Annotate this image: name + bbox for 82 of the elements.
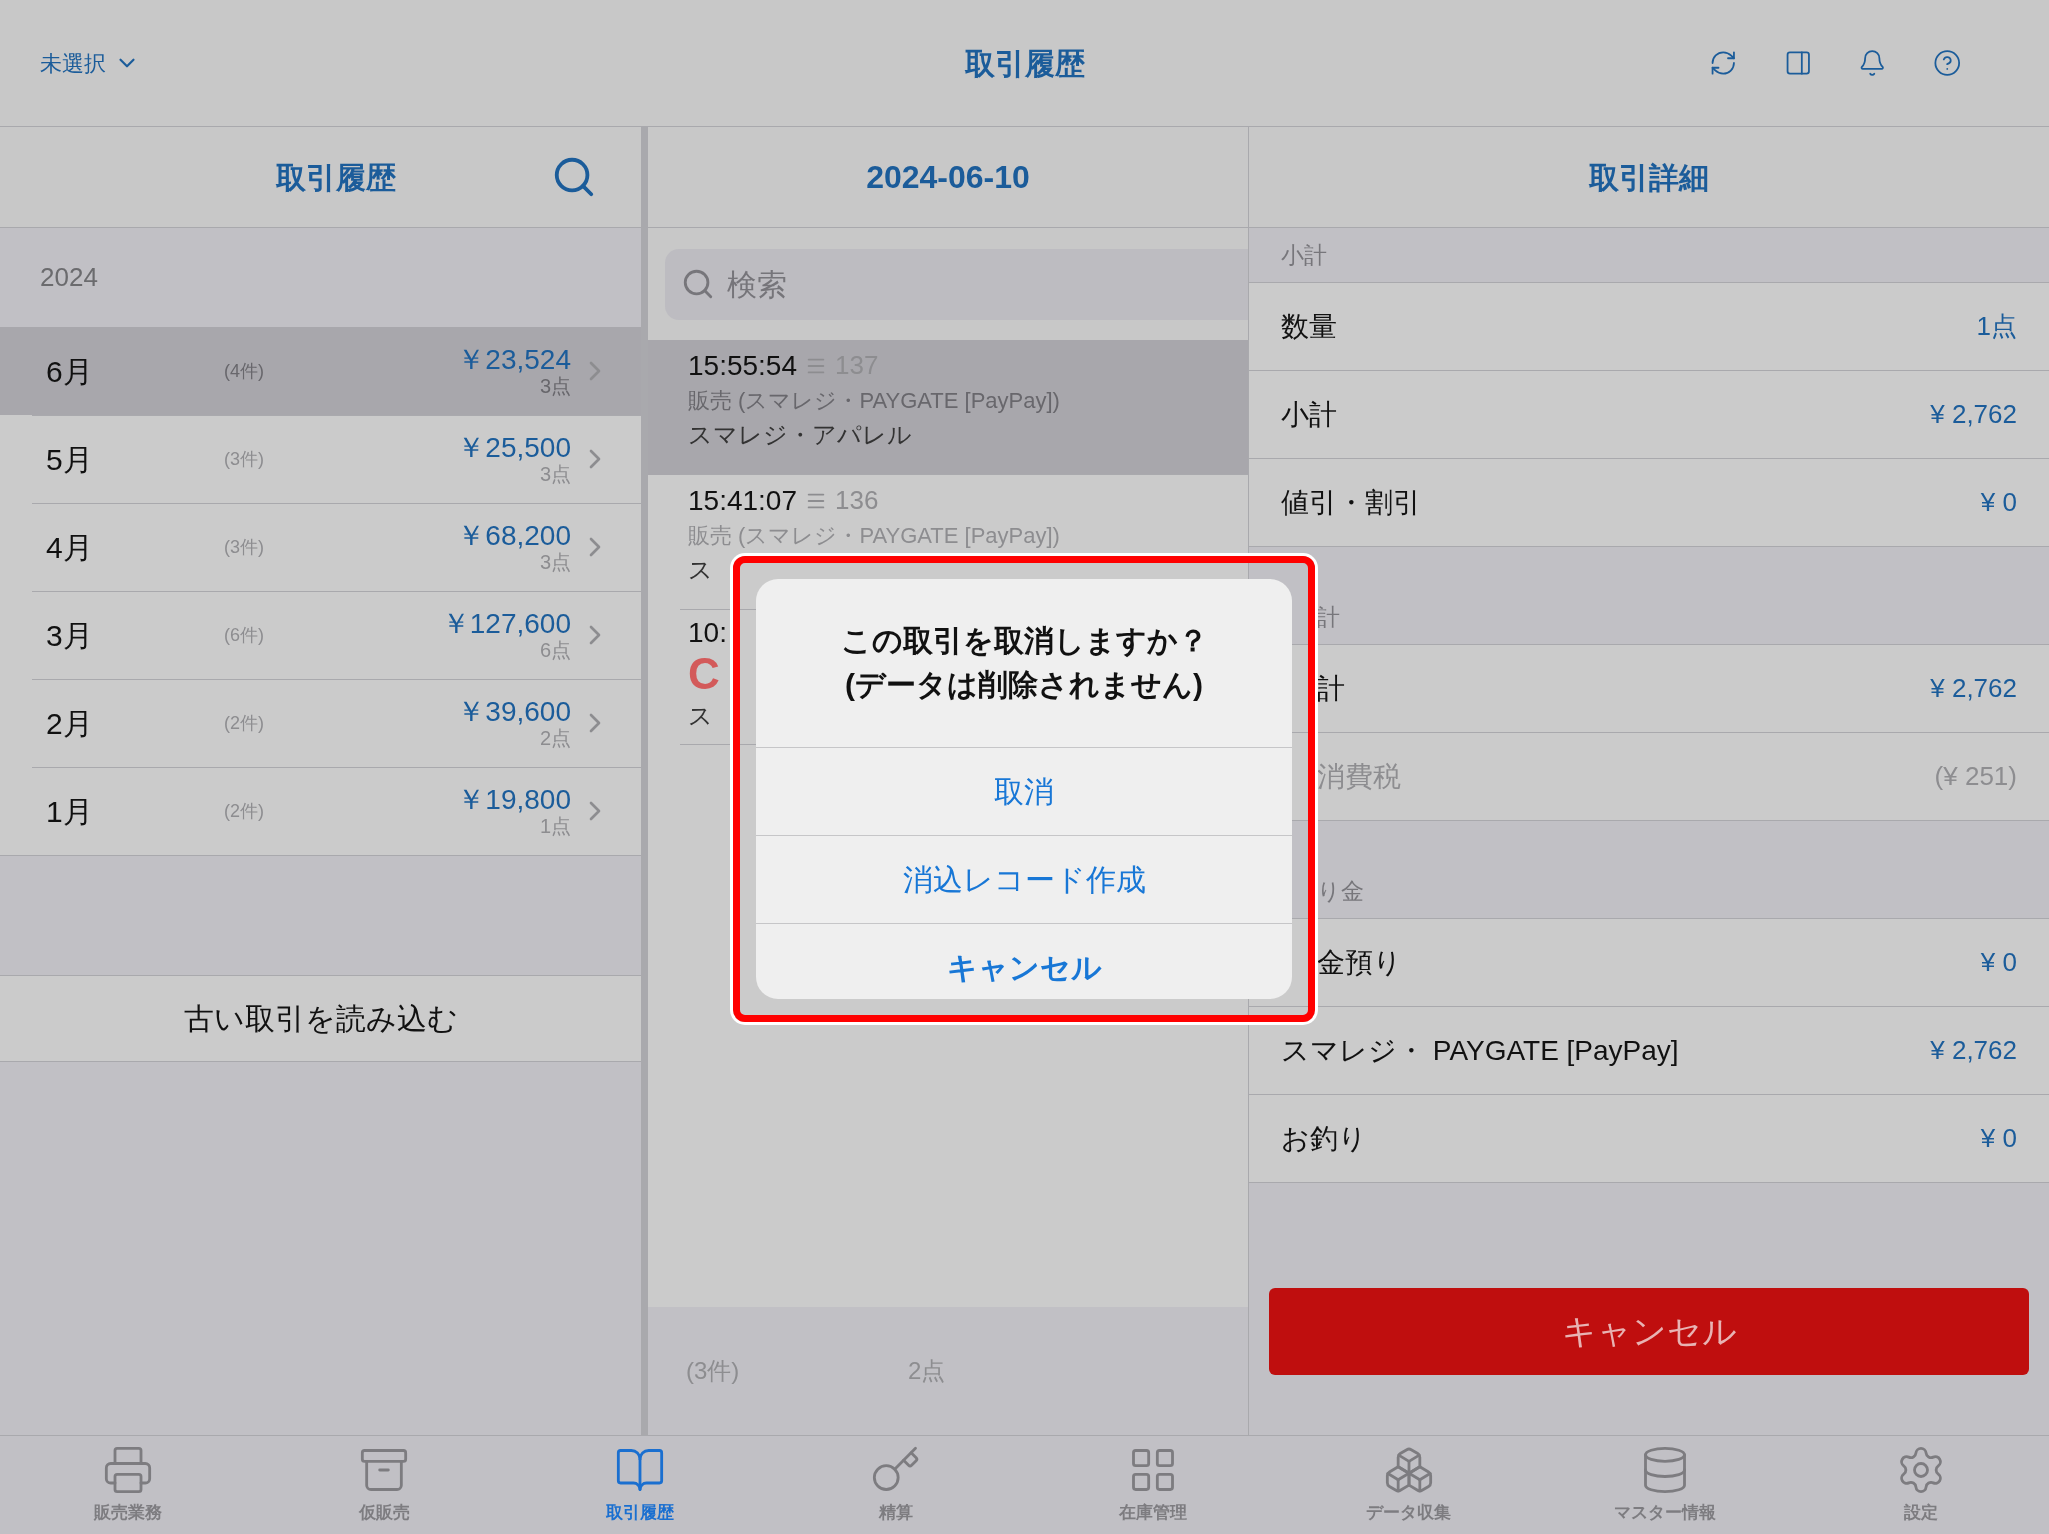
tab[interactable]: 設定 xyxy=(1792,1436,2049,1534)
time-label: 10: xyxy=(688,616,727,650)
count-label: (3件) xyxy=(224,447,264,471)
search-icon xyxy=(681,267,715,301)
month-row[interactable]: 4月 (3件) ￥68,200 3点 xyxy=(0,503,641,591)
transaction-description: 販売 (スマレジ・PAYGATE [PayPay]) xyxy=(688,522,1060,550)
detail-value: ¥ 0 xyxy=(1980,946,2017,979)
month-label: 4月 xyxy=(46,529,94,566)
date-title: 2024-06-10 xyxy=(866,158,1030,197)
panel-title: 取引詳細 xyxy=(1589,159,1709,196)
count-label: (2件) xyxy=(224,711,264,735)
detail-value: ¥ 0 xyxy=(1980,1122,2017,1155)
points-label: 2点 xyxy=(539,728,571,748)
tab[interactable]: 仮販売 xyxy=(256,1436,513,1534)
detail-label: 計 xyxy=(1317,671,1345,706)
section-header: り金 xyxy=(1317,876,1364,906)
detail-label: 消費税 xyxy=(1317,759,1401,794)
tab[interactable]: 在庫管理 xyxy=(1024,1436,1281,1534)
year-header: 2024 xyxy=(39,261,99,294)
amount-label: ￥23,524 xyxy=(457,346,571,374)
tab[interactable]: 精算 xyxy=(768,1436,1025,1534)
screen-title: 取引履歴 xyxy=(963,45,1086,82)
tab[interactable]: 販売業務 xyxy=(0,1436,257,1534)
dialog-action-button[interactable]: キャンセル xyxy=(756,923,1292,999)
month-label: 5月 xyxy=(46,441,94,478)
section-header: 小計 xyxy=(1281,240,1327,270)
points-label: 3点 xyxy=(539,464,571,484)
points-label: 6点 xyxy=(539,640,571,660)
amount-label: ￥68,200 xyxy=(457,522,571,550)
tab[interactable]: 取引履歴 xyxy=(512,1436,769,1534)
time-label: 15:55:54 xyxy=(688,348,797,383)
time-label: 15:41:07 xyxy=(688,483,797,518)
cancel-button[interactable]: キャンセル xyxy=(1269,1288,2029,1375)
detail-value: ¥ 2,762 xyxy=(1930,398,2017,431)
points-label: 1点 xyxy=(539,816,571,836)
search-field[interactable]: 検索 xyxy=(665,248,1248,320)
load-more-button[interactable]: 古い取引を読み込む xyxy=(0,975,641,1062)
receipt-number: 136 xyxy=(835,484,879,517)
detail-label: 小計 xyxy=(1281,397,1337,432)
store-selector[interactable]: 未選択 xyxy=(40,46,340,80)
detail-value: ¥ 2,762 xyxy=(1930,672,2017,705)
month-row[interactable]: 3月 (6件) ￥127,600 6点 xyxy=(0,591,641,679)
count-label: (6件) xyxy=(224,623,264,647)
tab[interactable]: データ収集 xyxy=(1280,1436,1537,1534)
count-label: (4件) xyxy=(224,359,264,383)
store-label: スマレジ・アパレル xyxy=(688,420,912,450)
section-header: 計 xyxy=(1317,602,1340,632)
detail-label: 数量 xyxy=(1281,309,1337,344)
points-label: 3点 xyxy=(539,376,571,396)
month-label: 1月 xyxy=(46,793,94,830)
dialog-action-button[interactable]: 消込レコード作成 xyxy=(756,835,1292,923)
amount-label: ￥19,800 xyxy=(457,786,571,814)
panel-title: 取引履歴 xyxy=(274,159,397,196)
detail-value: ¥ 2,762 xyxy=(1930,1034,2017,1067)
amount-label: ￥39,600 xyxy=(457,698,571,726)
stamp-label: C xyxy=(688,652,720,696)
month-row[interactable]: 5月 (3件) ￥25,500 3点 xyxy=(0,415,641,503)
store-label: ス xyxy=(688,555,713,585)
amount-label: ￥127,600 xyxy=(441,610,571,638)
detail-label: 値引・割引 xyxy=(1281,485,1421,520)
tab[interactable]: マスター情報 xyxy=(1536,1436,1793,1534)
month-row[interactable]: 1月 (2件) ￥19,800 1点 xyxy=(0,767,641,855)
detail-value: ¥ 0 xyxy=(1980,486,2017,519)
detail-label: 金預り xyxy=(1317,945,1402,980)
month-label: 3月 xyxy=(46,617,94,654)
detail-value: (¥ 251) xyxy=(1934,760,2017,793)
store-label: ス xyxy=(688,701,713,731)
month-label: 2月 xyxy=(46,705,94,742)
dialog-message: (データは削除されません) xyxy=(845,667,1203,703)
month-row[interactable]: 2月 (2件) ￥39,600 2点 xyxy=(0,679,641,767)
transaction-description: 販売 (スマレジ・PAYGATE [PayPay]) xyxy=(688,387,1060,415)
month-row[interactable]: 6月 (4件) ￥23,524 3点 xyxy=(0,327,641,415)
month-label: 6月 xyxy=(46,353,94,390)
dialog-action-button[interactable]: 取消 xyxy=(756,747,1292,835)
dialog-message: この取引を取消しますか？ xyxy=(840,623,1208,659)
amount-label: ￥25,500 xyxy=(457,434,571,462)
count-label: (3件) xyxy=(224,535,264,559)
detail-label: お釣り xyxy=(1281,1121,1367,1156)
detail-label: スマレジ・ PAYGATE [PayPay] xyxy=(1281,1033,1679,1068)
detail-value: 1点 xyxy=(1976,310,2017,343)
points-label: 3点 xyxy=(539,552,571,572)
count-label: (2件) xyxy=(224,799,264,823)
